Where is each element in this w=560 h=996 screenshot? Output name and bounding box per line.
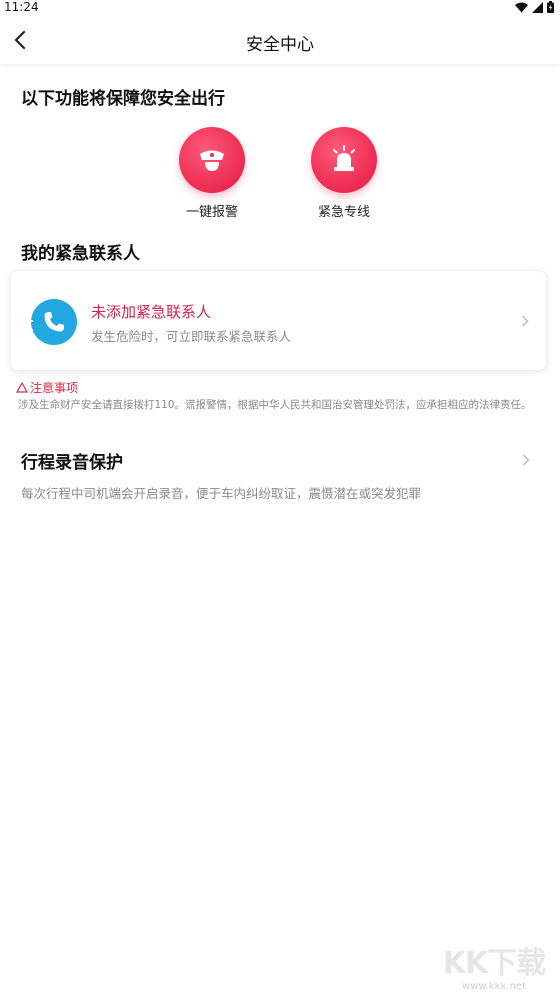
notice-body: 涉及生命财产安全请直接拨打110。谎报警情，根据中华人民共和国治安管理处罚法，应… xyxy=(18,399,532,411)
phone-icon xyxy=(31,299,77,345)
notice-title: 注意事项 xyxy=(16,379,78,396)
phone-handset-icon xyxy=(44,312,64,332)
notice-title-text: 注意事项 xyxy=(30,381,79,395)
watermark: KK下载 www.kkx.net xyxy=(434,946,554,993)
one-key-alarm-button[interactable]: 一键报警 xyxy=(157,127,267,220)
signal-lines-icon xyxy=(25,311,33,331)
watermark-url: www.kkx.net xyxy=(462,981,526,992)
watermark-logo: KK下载 xyxy=(442,946,547,981)
status-icons xyxy=(515,1,554,13)
one-key-alarm-circle xyxy=(179,127,245,193)
status-time: 11:24 xyxy=(4,0,39,14)
trip-recording-row[interactable]: 行程录音保护 xyxy=(0,440,560,480)
warning-icon xyxy=(16,382,28,393)
page-title: 安全中心 xyxy=(246,35,314,55)
emergency-contact-card[interactable]: 未添加紧急联系人 发生危险时，可立即联系紧急联系人 xyxy=(10,270,547,371)
status-bar: 11:24 xyxy=(0,0,560,16)
emergency-hotline-circle xyxy=(311,127,377,193)
trip-recording-description: 每次行程中司机端会开启录音，便于车内纠纷取证，震慑潜在或突发犯罪 xyxy=(21,486,422,501)
nav-bar: 安全中心 xyxy=(0,16,560,64)
contact-card-title: 未添加紧急联系人 xyxy=(91,303,212,321)
signal-icon xyxy=(532,1,543,13)
wifi-icon xyxy=(515,2,528,12)
police-cap-icon xyxy=(200,150,224,171)
battery-icon xyxy=(547,1,554,13)
emergency-hotline-label: 紧急专线 xyxy=(317,205,370,220)
trip-recording-title: 行程录音保护 xyxy=(21,453,123,473)
chevron-right-icon xyxy=(519,315,531,327)
one-key-alarm-label: 一键报警 xyxy=(185,205,238,220)
alarm-siren-icon xyxy=(333,145,355,171)
contact-card-subtitle: 发生危险时，可立即联系紧急联系人 xyxy=(91,329,292,344)
emergency-hotline-button[interactable]: 紧急专线 xyxy=(289,127,399,220)
chevron-right-icon xyxy=(520,454,532,466)
features-heading: 以下功能将保障您安全出行 xyxy=(21,89,225,109)
contacts-heading: 我的紧急联系人 xyxy=(21,244,140,264)
